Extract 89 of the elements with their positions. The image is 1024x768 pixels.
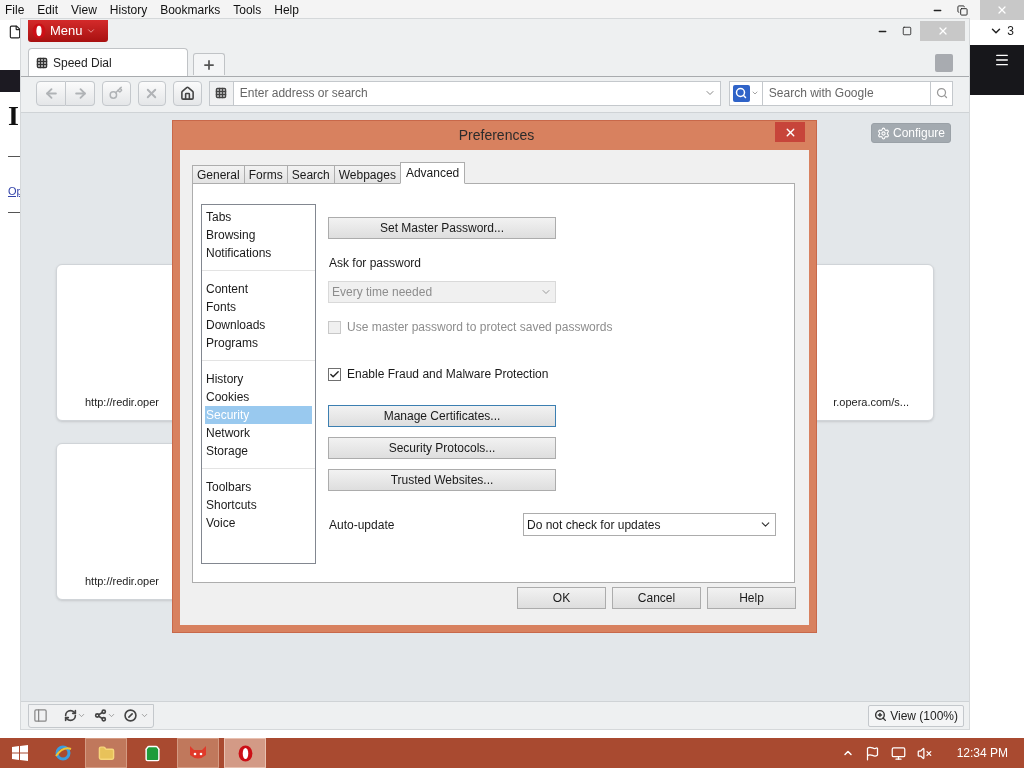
folder-icon (97, 744, 115, 762)
dialog-title: Preferences (457, 126, 536, 145)
block-icon[interactable] (124, 709, 137, 722)
search-icon (935, 87, 948, 99)
store-icon (143, 744, 161, 762)
network-icon[interactable] (890, 745, 906, 761)
volume-muted-icon[interactable] (916, 745, 932, 761)
category-item[interactable]: Network (205, 424, 312, 442)
grid-icon (36, 56, 48, 69)
category-item[interactable]: Shortcuts (205, 496, 312, 514)
caret-icon[interactable] (750, 89, 759, 97)
auto-update-select[interactable]: Do not check for updates (523, 513, 776, 536)
clock[interactable]: 12:34 PM (956, 744, 1008, 762)
ask-for-password-label: Ask for password (329, 255, 423, 272)
page-heading: I (8, 100, 20, 132)
taskbar-button[interactable] (85, 738, 127, 768)
address-field[interactable]: Enter address or search (233, 84, 704, 102)
panel-toggle-icon[interactable] (33, 708, 48, 723)
set-master-password-button[interactable]: Set Master Password... (328, 217, 556, 239)
search-field[interactable]: Search with Google (762, 84, 930, 102)
opera-icon (236, 744, 254, 762)
plus-icon (202, 57, 216, 72)
checkbox-label: Enable Fraud and Malware Protection (347, 366, 549, 383)
key-icon (109, 86, 124, 100)
zoom-button[interactable]: View (100%) (868, 704, 964, 727)
category-item[interactable]: Notifications (205, 244, 312, 262)
windows-logo-icon[interactable] (12, 745, 28, 761)
browser-tab[interactable]: Speed Dial (28, 48, 188, 76)
menubar-item[interactable]: File (5, 1, 25, 19)
document-icon[interactable] (8, 25, 22, 39)
category-item[interactable]: Storage (205, 442, 312, 460)
checkbox[interactable] (328, 367, 341, 381)
zoom-icon (874, 709, 888, 722)
back-icon (43, 85, 59, 101)
category-item[interactable]: Fonts (205, 298, 312, 316)
browser-icon (53, 744, 72, 762)
restore-icon[interactable] (957, 4, 968, 16)
cat-icon (189, 746, 207, 760)
dialog-button[interactable]: Help (707, 587, 796, 609)
security-button[interactable]: Trusted Websites... (328, 469, 556, 491)
auto-update-label: Auto-update (328, 516, 396, 534)
speed-dial-url: http://redir.oper (85, 573, 159, 589)
menu-icon[interactable] (994, 52, 1010, 68)
home-button[interactable] (172, 80, 202, 106)
home-icon (179, 85, 195, 101)
menubar-item[interactable]: Bookmarks (160, 1, 221, 19)
category-item[interactable]: Programs (205, 334, 312, 352)
tab-count: 3 (1007, 23, 1014, 40)
speed-dial-url: r.opera.com/s... (833, 394, 909, 410)
dialog-tab[interactable]: General (192, 165, 245, 184)
sync-icon[interactable] (64, 709, 77, 722)
dialog-tab[interactable]: Advanced (399, 162, 466, 184)
checkbox-label: Use master password to protect saved passwords (347, 319, 613, 336)
category-item[interactable]: Cookies (205, 388, 312, 406)
security-button[interactable]: Security Protocols... (328, 437, 556, 459)
speed-dial-url: http://redir.oper (85, 394, 159, 410)
menubar-item[interactable]: History (109, 1, 148, 19)
taskbar-button[interactable] (224, 738, 266, 768)
menu-button[interactable]: Menu (28, 20, 108, 42)
category-item[interactable]: History (205, 370, 312, 388)
dialog-button[interactable]: OK (517, 587, 606, 609)
flag-icon[interactable] (864, 745, 880, 761)
category-item[interactable]: Voice (205, 514, 312, 532)
category-item[interactable]: Toolbars (205, 478, 312, 496)
category-item[interactable]: Browsing (205, 226, 312, 244)
new-tab-button[interactable] (193, 53, 225, 75)
dialog-button[interactable]: Cancel (612, 587, 701, 609)
close-icon (996, 4, 1008, 16)
forward-icon (72, 85, 88, 101)
menubar-item[interactable]: Help (274, 1, 299, 19)
menubar-item[interactable]: View (71, 1, 97, 19)
menubar-item[interactable]: Edit (37, 1, 59, 19)
category-item[interactable]: Content (205, 280, 312, 298)
address-bar[interactable]: Enter address or search (208, 80, 721, 106)
dark-strip (0, 70, 20, 92)
search-bar[interactable]: Search with Google (728, 80, 953, 106)
security-button[interactable]: Manage Certificates... (328, 405, 556, 427)
gear-icon (876, 126, 890, 140)
caret-icon (85, 26, 96, 36)
menubar-item[interactable]: Tools (233, 1, 262, 19)
share-icon[interactable] (94, 709, 107, 722)
maximize-icon (902, 26, 912, 36)
category-item[interactable]: Downloads (205, 316, 312, 334)
search-engine-icon[interactable] (732, 84, 750, 102)
grid-icon (215, 87, 228, 99)
category-item[interactable]: Tabs (205, 208, 312, 226)
check-icon (329, 368, 340, 380)
opera-logo-icon (31, 23, 47, 39)
close-button[interactable] (775, 122, 805, 142)
